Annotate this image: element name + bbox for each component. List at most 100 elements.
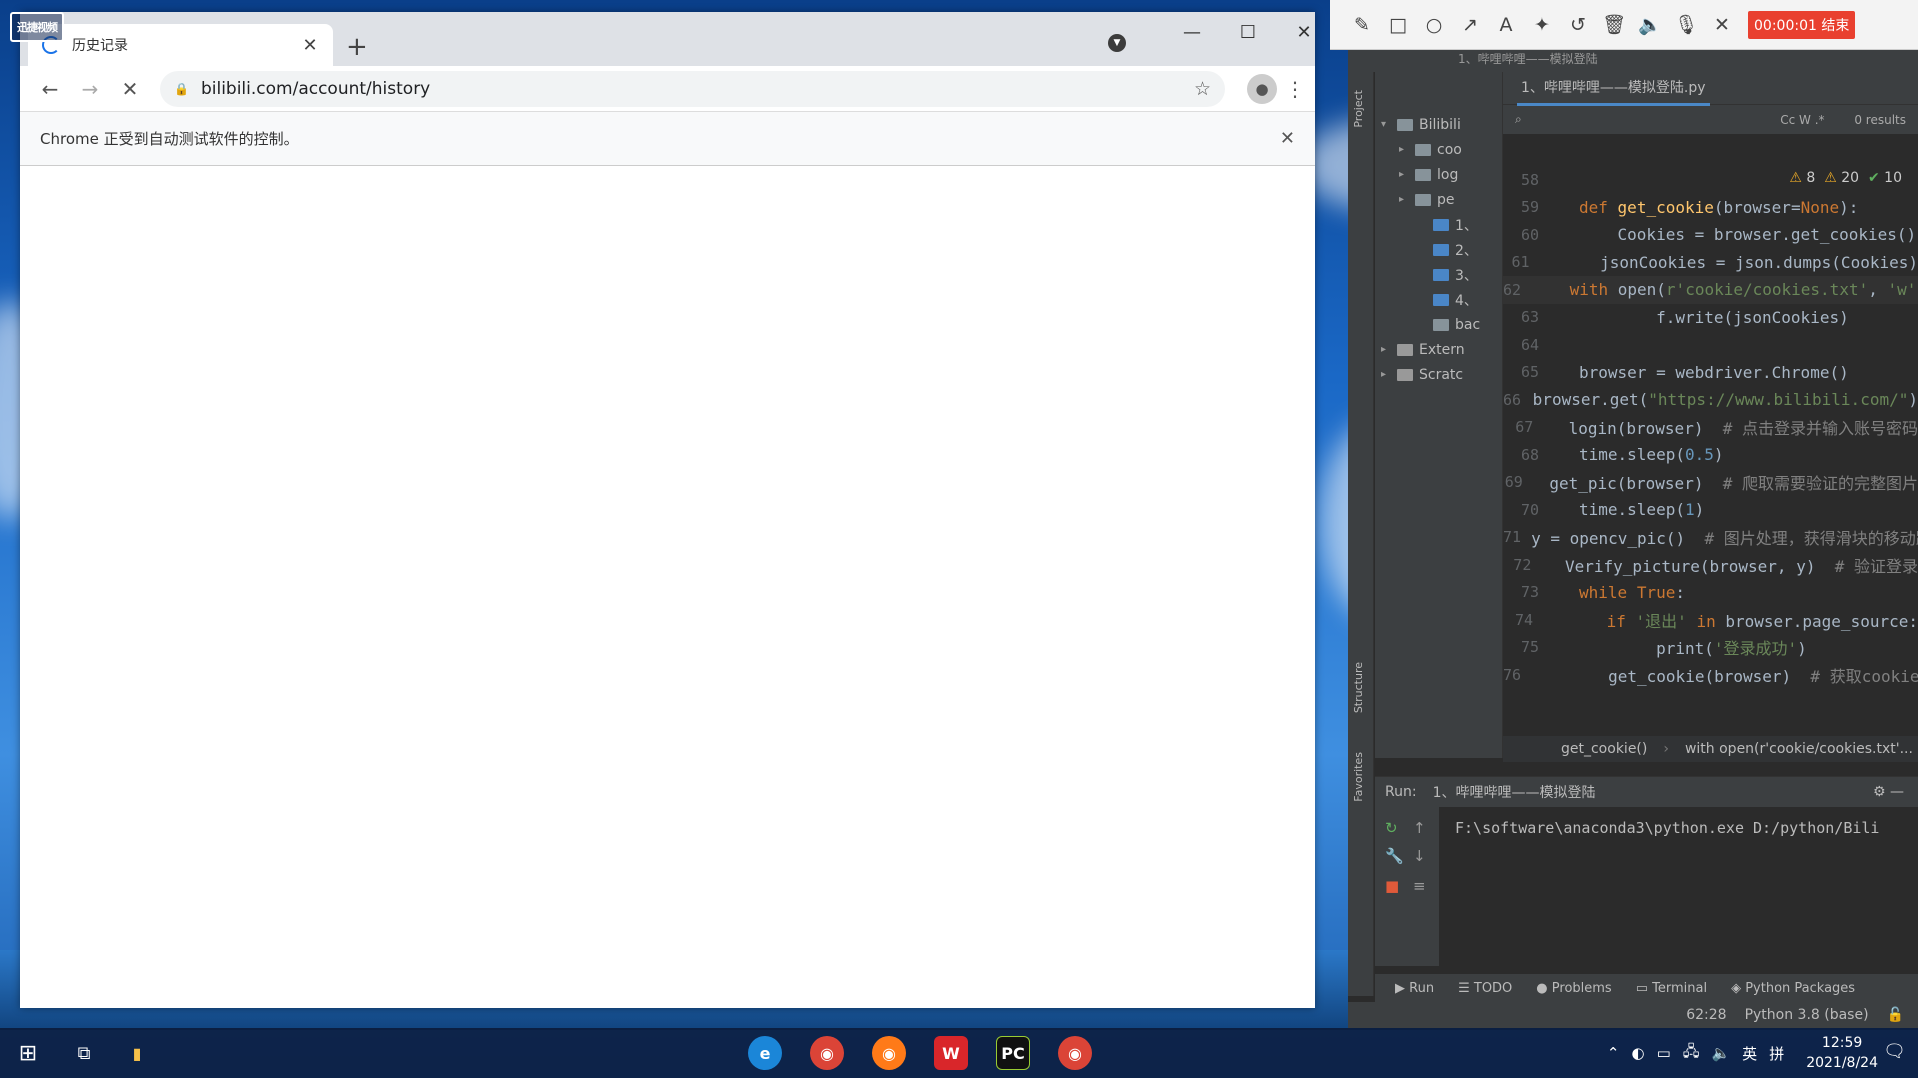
breadcrumb-item[interactable]: get_cookie() bbox=[1561, 741, 1647, 757]
line-number[interactable]: 66 bbox=[1503, 391, 1531, 409]
new-tab-button[interactable]: + bbox=[346, 34, 368, 60]
bottom-tab-todo[interactable]: ☰ TODO bbox=[1458, 981, 1512, 996]
ime-mode[interactable]: 拼 bbox=[1769, 1043, 1784, 1064]
bottom-tab-problems[interactable]: ● Problems bbox=[1536, 981, 1611, 996]
code-line[interactable]: 66 browser.get("https://www.bilibili.com/… bbox=[1503, 386, 1918, 414]
code-line[interactable]: 69 get_pic(browser) # 爬取需要验证的完整图片 bbox=[1503, 469, 1918, 497]
python-interpreter[interactable]: Python 3.8 (base) bbox=[1745, 1007, 1869, 1023]
line-number[interactable]: 64 bbox=[1503, 336, 1549, 354]
tree-chevron-icon[interactable]: ▸ bbox=[1381, 369, 1393, 380]
code-line[interactable]: 62 with open(r'cookie/cookies.txt', 'w')… bbox=[1503, 276, 1918, 304]
rerun-icon[interactable]: ↻ bbox=[1385, 819, 1398, 837]
line-number[interactable]: 69 bbox=[1503, 473, 1533, 491]
maximize-button[interactable]: ☐ bbox=[1220, 22, 1276, 43]
line-number[interactable]: 72 bbox=[1503, 556, 1541, 574]
line-number[interactable]: 70 bbox=[1503, 501, 1549, 519]
chrome-taskbar-icon-2[interactable]: ◉ bbox=[1058, 1036, 1092, 1070]
url-text[interactable]: bilibili.com/account/history bbox=[201, 79, 1194, 99]
project-tree-item[interactable]: ▾ Bilibili bbox=[1375, 112, 1502, 137]
line-number[interactable]: 76 bbox=[1503, 666, 1531, 684]
pinned-file-icon[interactable]: ▮ bbox=[120, 1036, 154, 1070]
microphone-icon[interactable]: 🎙 bbox=[1668, 13, 1704, 36]
wrench-icon[interactable]: 🔧 bbox=[1385, 847, 1404, 865]
tree-chevron-icon[interactable]: ▸ bbox=[1381, 344, 1393, 355]
code-line[interactable]: 73 while True: bbox=[1503, 579, 1918, 607]
bottom-tab-terminal[interactable]: ▭ Terminal bbox=[1636, 981, 1707, 996]
line-number[interactable]: 65 bbox=[1503, 363, 1549, 381]
address-bar[interactable]: 🔒 bilibili.com/account/history ☆ bbox=[160, 70, 1225, 107]
task-view-icon[interactable]: ⧉ bbox=[56, 1043, 112, 1064]
tree-chevron-icon[interactable]: ▸ bbox=[1399, 169, 1411, 180]
structure-tool-tab[interactable]: Structure bbox=[1352, 662, 1365, 713]
firefox-icon[interactable]: ◉ bbox=[872, 1036, 906, 1070]
undo-icon[interactable]: ↺ bbox=[1560, 14, 1596, 36]
find-toggles[interactable]: Cc W .* bbox=[1780, 113, 1824, 127]
breadcrumb-item[interactable]: with open(r'cookie/cookies.txt'... bbox=[1685, 741, 1913, 757]
bookmark-star-icon[interactable]: ☆ bbox=[1194, 78, 1211, 100]
code-line[interactable]: 59 def get_cookie(browser=None): bbox=[1503, 194, 1918, 222]
tree-chevron-icon[interactable]: ▸ bbox=[1399, 194, 1411, 205]
line-number[interactable]: 73 bbox=[1503, 583, 1549, 601]
close-recorder-icon[interactable]: ✕ bbox=[1704, 14, 1740, 36]
tab-history[interactable]: 历史记录 ✕ bbox=[28, 24, 333, 66]
bottom-tab-run[interactable]: ▶ Run bbox=[1395, 981, 1434, 996]
project-tree-item[interactable]: ▸ log bbox=[1375, 162, 1502, 187]
code-line[interactable]: 67 login(browser) # 点击登录并输入账号密码 bbox=[1503, 414, 1918, 442]
network-icon[interactable]: 🖧 bbox=[1683, 1041, 1700, 1066]
back-arrow-icon[interactable]: ← bbox=[30, 77, 70, 101]
line-number[interactable]: 59 bbox=[1503, 198, 1549, 216]
project-tree-item[interactable]: ▸ Extern bbox=[1375, 337, 1502, 362]
stop-recording-button[interactable]: 00:00:01 结束 bbox=[1748, 10, 1856, 39]
code-area[interactable]: 58 59 def get_cookie(browser=None): 60 Cook… bbox=[1503, 166, 1918, 686]
project-tree-item[interactable]: 1、 bbox=[1375, 212, 1502, 237]
windows-start-icon[interactable]: ⊞ bbox=[0, 1041, 56, 1066]
page-viewport[interactable] bbox=[20, 166, 1315, 1008]
line-number[interactable]: 75 bbox=[1503, 638, 1549, 656]
text-icon[interactable]: A bbox=[1488, 14, 1524, 36]
pycharm-taskbar-icon[interactable]: PC bbox=[996, 1036, 1030, 1070]
editor-tab-file[interactable]: 1、哔哩哔哩——模拟登陆.py bbox=[1517, 71, 1710, 106]
run-settings-gear-icon[interactable]: ⚙ — bbox=[1873, 784, 1904, 800]
code-line[interactable]: 71y = opencv_pic() # 图片处理，获得滑块的移动距离 bbox=[1503, 524, 1918, 552]
project-tool-tab[interactable]: Project bbox=[1352, 90, 1365, 128]
tab-close-icon[interactable]: ✕ bbox=[299, 35, 321, 56]
menu-kebab-icon[interactable]: ⋮ bbox=[1285, 77, 1305, 101]
pen-icon[interactable]: ✎ bbox=[1344, 14, 1380, 36]
forward-arrow-icon[interactable]: → bbox=[70, 77, 110, 101]
tree-chevron-icon[interactable]: ▸ bbox=[1399, 144, 1411, 155]
arrow-icon[interactable]: ↗ bbox=[1452, 14, 1488, 36]
tray-app-icon[interactable]: ◐ bbox=[1631, 1044, 1644, 1062]
lock-icon[interactable]: 🔓 bbox=[1887, 1007, 1904, 1023]
trash-icon[interactable]: 🗑 bbox=[1596, 13, 1632, 36]
project-tree-item[interactable]: 4、 bbox=[1375, 287, 1502, 312]
code-line[interactable]: 70 time.sleep(1) bbox=[1503, 496, 1918, 524]
caret-position[interactable]: 62:28 bbox=[1686, 1007, 1726, 1023]
project-tree-item[interactable]: ▸ pe bbox=[1375, 187, 1502, 212]
project-tree-item[interactable]: 3、 bbox=[1375, 262, 1502, 287]
volume-icon[interactable]: 🔈 bbox=[1711, 1044, 1730, 1062]
stop-run-icon[interactable]: ■ bbox=[1385, 877, 1399, 895]
profile-avatar-icon[interactable]: ● bbox=[1247, 73, 1277, 104]
edge-browser-icon[interactable]: e bbox=[748, 1036, 782, 1070]
infobar-close-icon[interactable]: ✕ bbox=[1280, 128, 1295, 149]
line-number[interactable]: 63 bbox=[1503, 308, 1549, 326]
find-search-icon[interactable]: ⌕ bbox=[1515, 112, 1522, 127]
rectangle-icon[interactable]: □ bbox=[1380, 14, 1416, 36]
stop-loading-icon[interactable]: ✕ bbox=[110, 77, 150, 101]
inspection-widget[interactable]: ⚠ 8 ⚠ 20 ✔ 10 bbox=[1789, 170, 1902, 186]
scroll-down-icon[interactable]: ↓ bbox=[1413, 847, 1426, 865]
code-line[interactable]: 76 get_cookie(browser) # 获取cookie bbox=[1503, 661, 1918, 686]
soft-wrap-icon[interactable]: ≡ bbox=[1413, 877, 1426, 895]
project-tree-item[interactable]: ▸ coo bbox=[1375, 137, 1502, 162]
code-line[interactable]: 63 f.write(jsonCookies) bbox=[1503, 304, 1918, 332]
line-number[interactable]: 67 bbox=[1503, 418, 1543, 436]
taskbar-clock[interactable]: 12:59 2021/8/24 bbox=[1806, 1033, 1878, 1073]
line-number[interactable]: 74 bbox=[1503, 611, 1543, 629]
code-line[interactable]: 75 print('登录成功') bbox=[1503, 634, 1918, 662]
code-line[interactable]: 65 browser = webdriver.Chrome() bbox=[1503, 359, 1918, 387]
favorites-tool-tab[interactable]: Favorites bbox=[1352, 752, 1365, 802]
chrome-taskbar-icon[interactable]: ◉ bbox=[810, 1036, 844, 1070]
line-number[interactable]: 58 bbox=[1503, 171, 1549, 189]
battery-icon[interactable]: ▭ bbox=[1657, 1044, 1671, 1062]
tray-expand-icon[interactable]: ⌃ bbox=[1607, 1044, 1620, 1062]
